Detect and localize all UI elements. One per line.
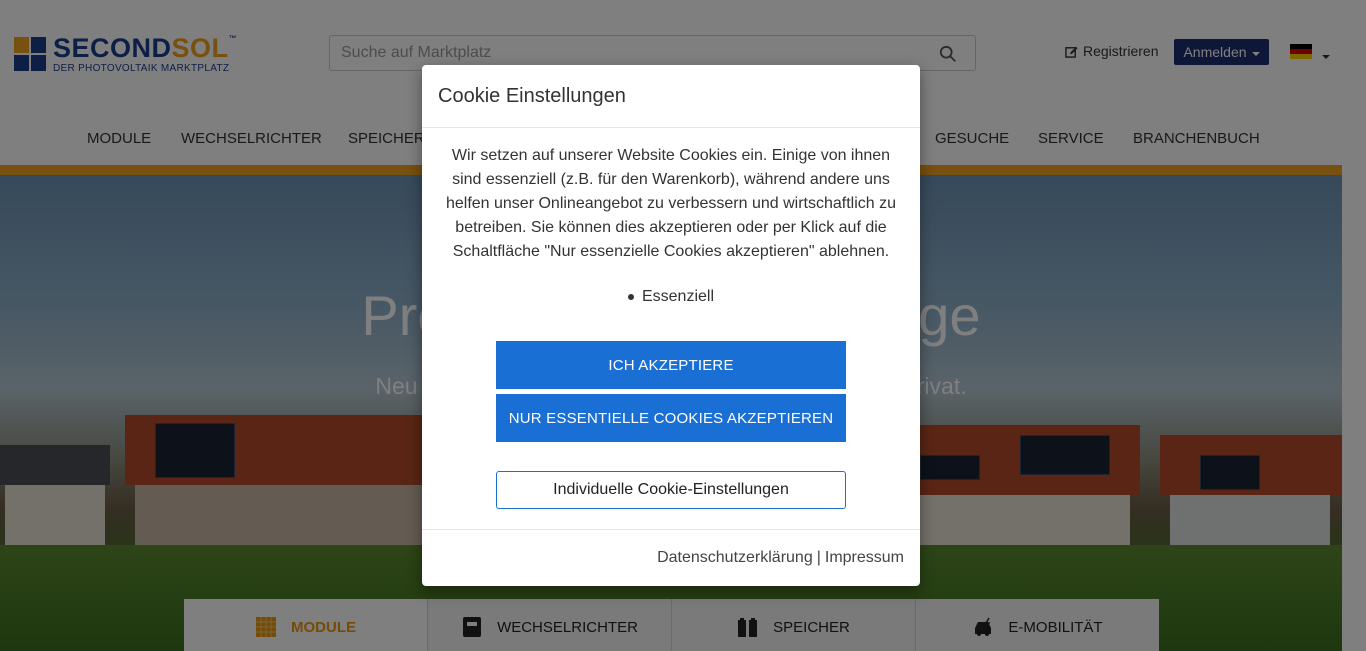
cookie-category-essenziell: Essenziell [641,288,715,305]
bullet-icon [627,294,634,300]
footer-separator: | [816,549,821,566]
cookie-modal-footer: Datenschutzerklärung | Impressum [422,529,920,586]
cookie-modal-title: Cookie Einstellungen [438,85,626,107]
cookie-modal-text: Wir setzen auf unserer Website Cookies e… [445,147,897,260]
individual-settings-button[interactable]: Individuelle Cookie-Einstellungen [496,471,846,509]
cookie-modal-header: Cookie Einstellungen [422,65,920,128]
cookie-modal-body: Wir setzen auf unserer Website Cookies e… [422,128,920,509]
privacy-policy-link[interactable]: Datenschutzerklärung [657,549,813,567]
cookie-category-list: Essenziell [444,288,898,306]
cookie-modal: Cookie Einstellungen Wir setzen auf unse… [422,65,920,586]
imprint-link[interactable]: Impressum [825,549,904,567]
accept-essential-button[interactable]: Nur essentielle Cookies akzeptieren [496,394,846,442]
accept-all-button[interactable]: Ich akzeptiere [496,341,846,389]
